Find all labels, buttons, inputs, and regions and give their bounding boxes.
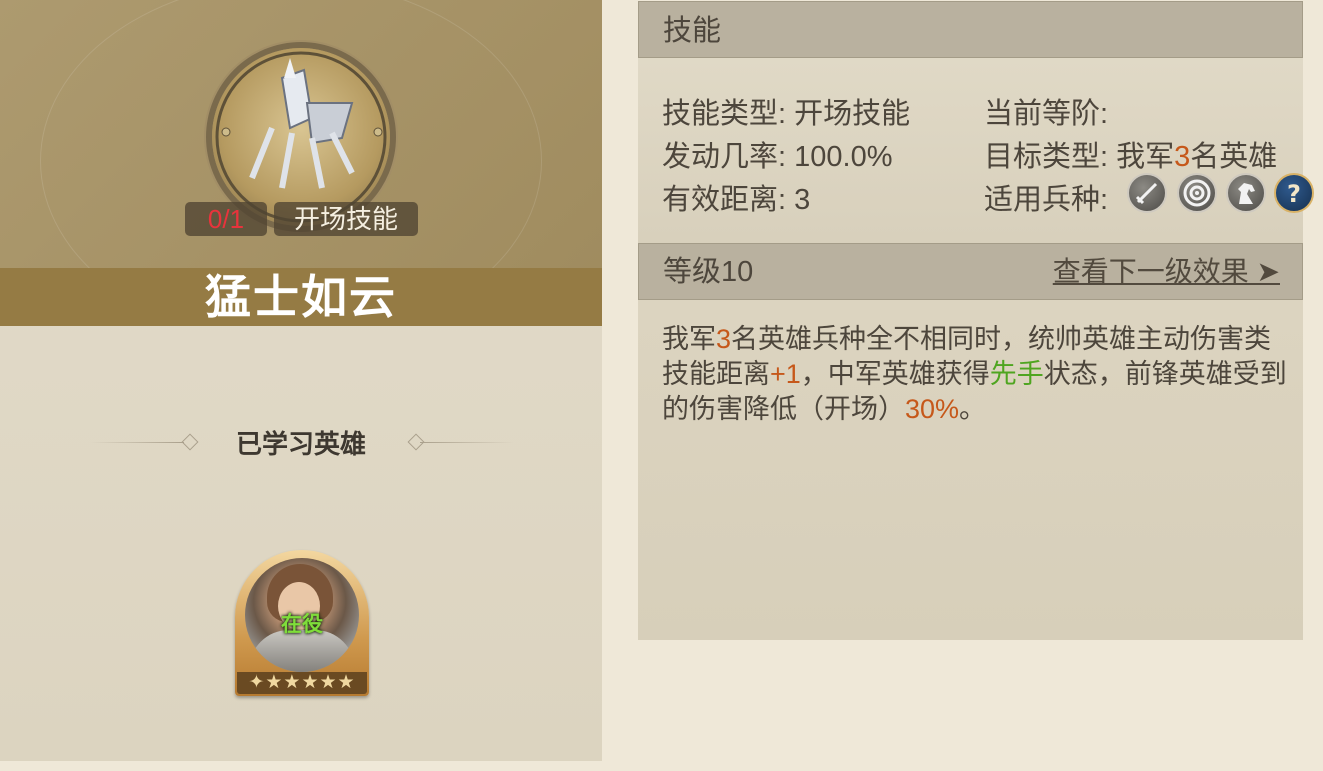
skill-count-badge: 0/1 bbox=[185, 202, 267, 236]
view-next-level-link[interactable]: 查看下一级效果 ➤ bbox=[1053, 244, 1280, 300]
desc-highlight: 3 bbox=[716, 324, 732, 354]
target-suffix: 名英雄 bbox=[1190, 141, 1278, 173]
target-label: 目标类型: bbox=[984, 141, 1109, 173]
desc-text: 。 bbox=[959, 394, 987, 424]
war-chariot-icon bbox=[215, 51, 387, 223]
skill-detail-left-panel: 0/1 开场技能 猛士如云 已学习英雄 在役 ✦★★★★★ bbox=[0, 0, 602, 761]
skill-banner: 0/1 开场技能 bbox=[0, 0, 602, 268]
level-section-header: 等级10 查看下一级效果 ➤ bbox=[638, 243, 1303, 300]
sword-icon[interactable] bbox=[1127, 173, 1167, 213]
range-row: 有效距离: 3 bbox=[662, 176, 810, 218]
chance-row: 发动几率: 100.0% bbox=[662, 133, 892, 175]
skill-section-header: 技能 bbox=[638, 1, 1303, 58]
hero-star-rating: ✦★★★★★ bbox=[237, 672, 367, 694]
desc-text: ，中军英雄获得 bbox=[800, 359, 990, 389]
skill-section-title: 技能 bbox=[663, 15, 722, 47]
skill-type-label: 技能类型: bbox=[662, 98, 787, 130]
question-icon[interactable]: ? bbox=[1274, 173, 1314, 213]
hero-status-label: 在役 bbox=[281, 613, 323, 636]
desc-text: 我军 bbox=[662, 324, 716, 354]
chance-label: 发动几率: bbox=[662, 141, 787, 173]
chance-value: 100.0% bbox=[794, 141, 893, 173]
troops-label: 适用兵种: bbox=[984, 184, 1109, 216]
skill-description: 我军3名英雄兵种全不相同时，统帅英雄主动伤害类技能距离+1，中军英雄获得先手状态… bbox=[662, 322, 1287, 427]
target-prefix: 我军 bbox=[1116, 141, 1175, 173]
bow-target-icon[interactable] bbox=[1177, 173, 1217, 213]
skill-type-value: 开场技能 bbox=[794, 98, 911, 130]
range-label: 有效距离: bbox=[662, 184, 787, 216]
skill-type-row: 技能类型: 开场技能 bbox=[662, 90, 910, 132]
skill-description-area: 我军3名英雄兵种全不相同时，统帅英雄主动伤害类技能距离+1，中军英雄获得先手状态… bbox=[638, 300, 1303, 640]
skill-emblem[interactable] bbox=[212, 48, 390, 226]
horse-icon[interactable] bbox=[1226, 173, 1266, 213]
target-count: 3 bbox=[1174, 141, 1191, 173]
current-rank-label: 当前等阶: bbox=[984, 98, 1109, 130]
desc-highlight: +1 bbox=[770, 359, 801, 389]
skill-type-badge: 开场技能 bbox=[274, 202, 418, 236]
troops-row: 适用兵种: bbox=[984, 176, 1108, 218]
current-rank-row: 当前等阶: bbox=[984, 90, 1108, 132]
svg-text:?: ? bbox=[1287, 180, 1301, 208]
level-title: 等级10 bbox=[663, 256, 754, 288]
desc-highlight: 30% bbox=[905, 394, 960, 424]
hero-card[interactable]: 在役 ✦★★★★★ bbox=[235, 550, 369, 696]
skill-name-title: 猛士如云 bbox=[0, 268, 602, 326]
desc-keyword[interactable]: 先手 bbox=[990, 359, 1044, 389]
target-row: 目标类型: 我军3名英雄 bbox=[984, 133, 1277, 175]
range-value: 3 bbox=[794, 184, 811, 216]
divider-right bbox=[420, 442, 514, 443]
skill-info-area: 技能类型: 开场技能 当前等阶: 发动几率: 100.0% 目标类型: 我军3名… bbox=[638, 58, 1303, 243]
